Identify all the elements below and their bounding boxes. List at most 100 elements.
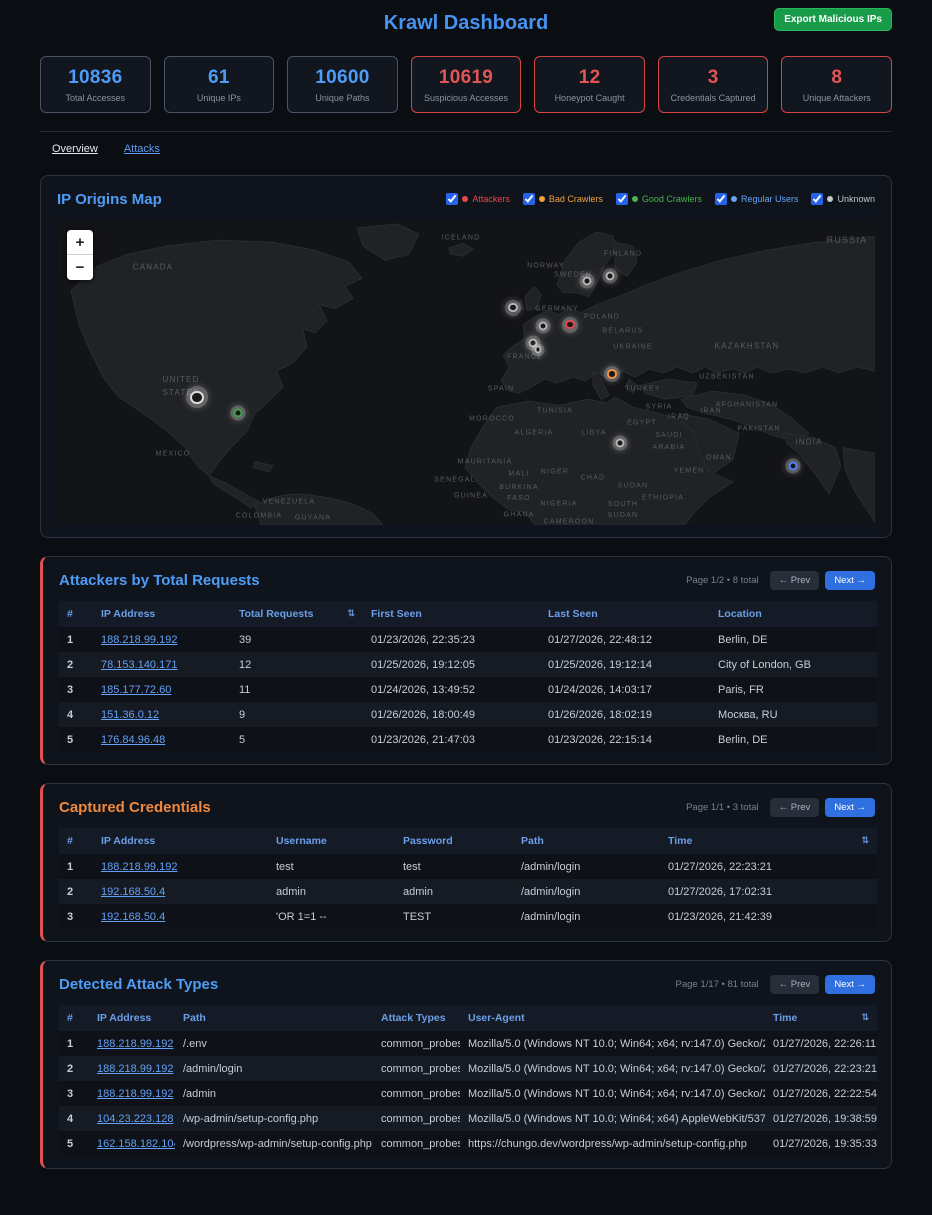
ip-link[interactable]: 185.177.72.60 — [101, 684, 171, 696]
legend-checkbox[interactable] — [446, 193, 458, 205]
tab-overview[interactable]: Overview — [52, 143, 98, 155]
stat-label: Total Accesses — [43, 93, 148, 103]
map-zoom-control: + − — [67, 230, 93, 280]
table-row[interactable]: 5 162.158.182.104 /wordpress/wp-admin/se… — [59, 1131, 877, 1156]
requests-cell: 11 — [231, 677, 363, 702]
col-ip-address[interactable]: IP Address — [93, 828, 268, 854]
col-time[interactable]: Time⇅ — [660, 828, 877, 854]
path-cell: /wordpress/wp-admin/setup-config.php — [175, 1131, 373, 1156]
legend-checkbox[interactable] — [811, 193, 823, 205]
stat-label: Unique IPs — [167, 93, 272, 103]
legend-checkbox[interactable] — [523, 193, 535, 205]
legend-checkbox[interactable] — [616, 193, 628, 205]
col-password[interactable]: Password — [395, 828, 513, 854]
table-row[interactable]: 2 188.218.99.192 /admin/login common_pro… — [59, 1056, 877, 1081]
stat-label: Suspicious Accesses — [414, 93, 519, 103]
path-cell: /.env — [175, 1031, 373, 1056]
map-marker[interactable] — [580, 274, 595, 289]
attack-types-cell: common_probes — [373, 1031, 460, 1056]
legend-dot-icon — [827, 196, 833, 202]
map-marker[interactable] — [562, 317, 578, 333]
col-first-seen[interactable]: First Seen — [363, 601, 540, 627]
row-number: 3 — [59, 904, 93, 929]
attackers-panel-header: Attackers by Total Requests Page 1/2 • 8… — [59, 569, 875, 591]
col-user-agent[interactable]: User-Agent — [460, 1005, 765, 1031]
header: Krawl Dashboard Export Malicious IPs — [40, 0, 892, 42]
tab-bar: Overview Attacks — [40, 131, 892, 157]
legend-checkbox[interactable] — [715, 193, 727, 205]
col-path[interactable]: Path — [175, 1005, 373, 1031]
table-row[interactable]: 1 188.218.99.192 /.env common_probes Moz… — [59, 1031, 877, 1056]
time-cell: 01/23/2026, 21:42:39 — [660, 904, 877, 929]
col-total-requests[interactable]: Total Requests⇅ — [231, 601, 363, 627]
ip-link[interactable]: 188.218.99.192 — [101, 634, 177, 646]
table-row[interactable]: 3 192.168.50.4 'OR 1=1 -- TEST /admin/lo… — [59, 904, 877, 929]
zoom-out-button[interactable]: − — [67, 255, 93, 280]
table-row[interactable]: 1 188.218.99.192 39 01/23/2026, 22:35:23… — [59, 627, 877, 652]
table-row[interactable]: 3 188.218.99.192 /admin common_probes Mo… — [59, 1081, 877, 1106]
ip-link[interactable]: 78.153.140.171 — [101, 659, 177, 671]
prev-page-button[interactable]: ← Prev — [770, 571, 820, 590]
ip-link[interactable]: 192.168.50.4 — [101, 886, 165, 898]
map-canvas[interactable]: + − CANADAICELANDRUSSIANORWAYSWEDENFINLA… — [57, 220, 875, 525]
ip-link[interactable]: 176.84.96.48 — [101, 734, 165, 746]
prev-page-button[interactable]: ← Prev — [770, 975, 820, 994]
map-marker[interactable] — [231, 406, 246, 421]
attack-types-cell: common_probes — [373, 1081, 460, 1106]
ip-link[interactable]: 192.168.50.4 — [101, 911, 165, 923]
sort-icon[interactable]: ⇅ — [861, 835, 869, 846]
sort-icon[interactable]: ⇅ — [861, 1012, 869, 1023]
col-path[interactable]: Path — [513, 828, 660, 854]
map-marker[interactable] — [536, 318, 551, 333]
col-num[interactable]: # — [59, 828, 93, 854]
row-number: 5 — [59, 727, 93, 752]
table-row[interactable]: 1 188.218.99.192 test test /admin/login … — [59, 854, 877, 879]
credentials-table: # IP Address Username Password Path Time… — [59, 828, 877, 929]
map-marker[interactable] — [186, 386, 208, 408]
prev-page-button[interactable]: ← Prev — [770, 798, 820, 817]
map-marker[interactable] — [613, 436, 628, 451]
map-marker[interactable] — [604, 366, 620, 382]
col-location[interactable]: Location — [710, 601, 877, 627]
map-marker[interactable] — [603, 269, 618, 284]
table-row[interactable]: 4 151.36.0.12 9 01/26/2026, 18:00:49 01/… — [59, 702, 877, 727]
first-seen-cell: 01/23/2026, 22:35:23 — [363, 627, 540, 652]
col-time[interactable]: Time⇅ — [765, 1005, 877, 1031]
legend-dot-icon — [632, 196, 638, 202]
table-row[interactable]: 4 104.23.223.128 /wp-admin/setup-config.… — [59, 1106, 877, 1131]
ip-link[interactable]: 188.218.99.192 — [97, 1063, 173, 1075]
ip-link[interactable]: 188.218.99.192 — [97, 1088, 173, 1100]
col-username[interactable]: Username — [268, 828, 395, 854]
time-cell: 01/27/2026, 19:38:59 — [765, 1106, 877, 1131]
stat-value: 10619 — [414, 67, 519, 89]
col-ip-address[interactable]: IP Address — [93, 601, 231, 627]
map-marker[interactable] — [532, 343, 545, 356]
col-last-seen[interactable]: Last Seen — [540, 601, 710, 627]
ip-link[interactable]: 188.218.99.192 — [101, 861, 177, 873]
table-row[interactable]: 2 192.168.50.4 admin admin /admin/login … — [59, 879, 877, 904]
next-page-button[interactable]: Next → — [825, 975, 875, 994]
export-malicious-ips-button[interactable]: Export Malicious IPs — [774, 8, 892, 31]
table-row[interactable]: 3 185.177.72.60 11 01/24/2026, 13:49:52 … — [59, 677, 877, 702]
col-num[interactable]: # — [59, 1005, 89, 1031]
ip-link[interactable]: 188.218.99.192 — [97, 1038, 173, 1050]
ip-link[interactable]: 104.23.223.128 — [97, 1113, 173, 1125]
sort-icon[interactable]: ⇅ — [347, 608, 355, 619]
col-ip-address[interactable]: IP Address — [89, 1005, 175, 1031]
table-row[interactable]: 2 78.153.140.171 12 01/25/2026, 19:12:05… — [59, 652, 877, 677]
path-cell: /admin — [175, 1081, 373, 1106]
legend-dot-icon — [462, 196, 468, 202]
last-seen-cell: 01/27/2026, 22:48:12 — [540, 627, 710, 652]
ip-link[interactable]: 151.36.0.12 — [101, 709, 159, 721]
map-marker[interactable] — [786, 458, 801, 473]
col-attack-types[interactable]: Attack Types — [373, 1005, 460, 1031]
col-num[interactable]: # — [59, 601, 93, 627]
stat-label: Honeypot Caught — [537, 93, 642, 103]
tab-attacks[interactable]: Attacks — [124, 143, 160, 155]
next-page-button[interactable]: Next → — [825, 798, 875, 817]
ip-link[interactable]: 162.158.182.104 — [97, 1138, 175, 1150]
next-page-button[interactable]: Next → — [825, 571, 875, 590]
zoom-in-button[interactable]: + — [67, 230, 93, 255]
map-marker[interactable] — [505, 300, 521, 316]
table-row[interactable]: 5 176.84.96.48 5 01/23/2026, 21:47:03 01… — [59, 727, 877, 752]
